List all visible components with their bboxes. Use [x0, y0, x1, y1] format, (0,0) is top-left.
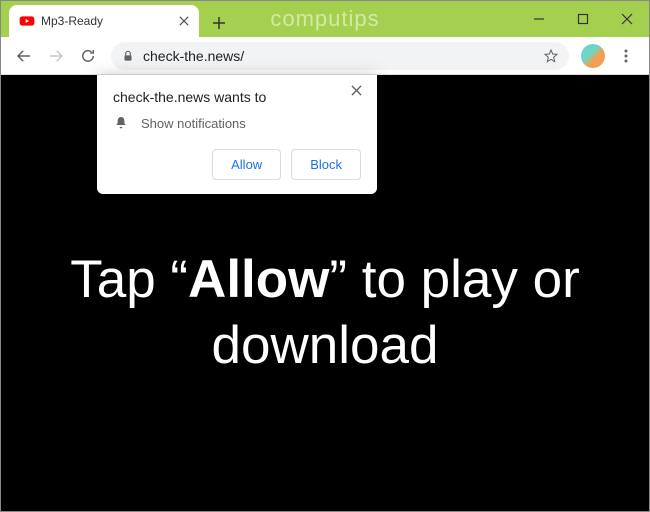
watermark-text: computips [270, 6, 379, 32]
back-button[interactable] [9, 41, 39, 71]
tab-title: Mp3-Ready [41, 14, 171, 28]
bookmark-icon[interactable] [543, 48, 559, 64]
scam-message: Tap “Allow” to play or download [1, 247, 649, 380]
titlebar: Mp3-Ready computips [1, 1, 649, 37]
tab-strip: Mp3-Ready [1, 1, 233, 37]
notification-permission-popup: check-the.news wants to Show notificatio… [97, 75, 377, 194]
popup-permission-row: Show notifications [113, 115, 361, 131]
reload-button[interactable] [73, 41, 103, 71]
scam-bold: Allow [188, 250, 329, 309]
toolbar: check-the.news/ [1, 37, 649, 75]
menu-button[interactable] [611, 41, 641, 71]
popup-title: check-the.news wants to [113, 89, 361, 105]
address-bar[interactable]: check-the.news/ [111, 42, 569, 70]
browser-tab[interactable]: Mp3-Ready [9, 5, 199, 37]
lock-icon [121, 49, 135, 63]
close-window-button[interactable] [605, 1, 649, 37]
browser-window: Mp3-Ready computips [0, 0, 650, 512]
popup-actions: Allow Block [113, 149, 361, 180]
close-icon[interactable] [351, 83, 367, 99]
block-button[interactable]: Block [291, 149, 361, 180]
scam-prefix: Tap “ [70, 250, 188, 309]
youtube-icon [19, 13, 35, 29]
close-icon[interactable] [177, 14, 191, 28]
allow-button[interactable]: Allow [212, 149, 281, 180]
profile-avatar[interactable] [581, 44, 605, 68]
page-content: Tap “Allow” to play or download check-th… [1, 75, 649, 511]
popup-message: Show notifications [141, 116, 246, 131]
forward-button[interactable] [41, 41, 71, 71]
maximize-button[interactable] [561, 1, 605, 37]
url-text: check-the.news/ [143, 48, 535, 64]
new-tab-button[interactable] [205, 9, 233, 37]
window-controls [517, 1, 649, 37]
minimize-button[interactable] [517, 1, 561, 37]
bell-icon [113, 115, 129, 131]
